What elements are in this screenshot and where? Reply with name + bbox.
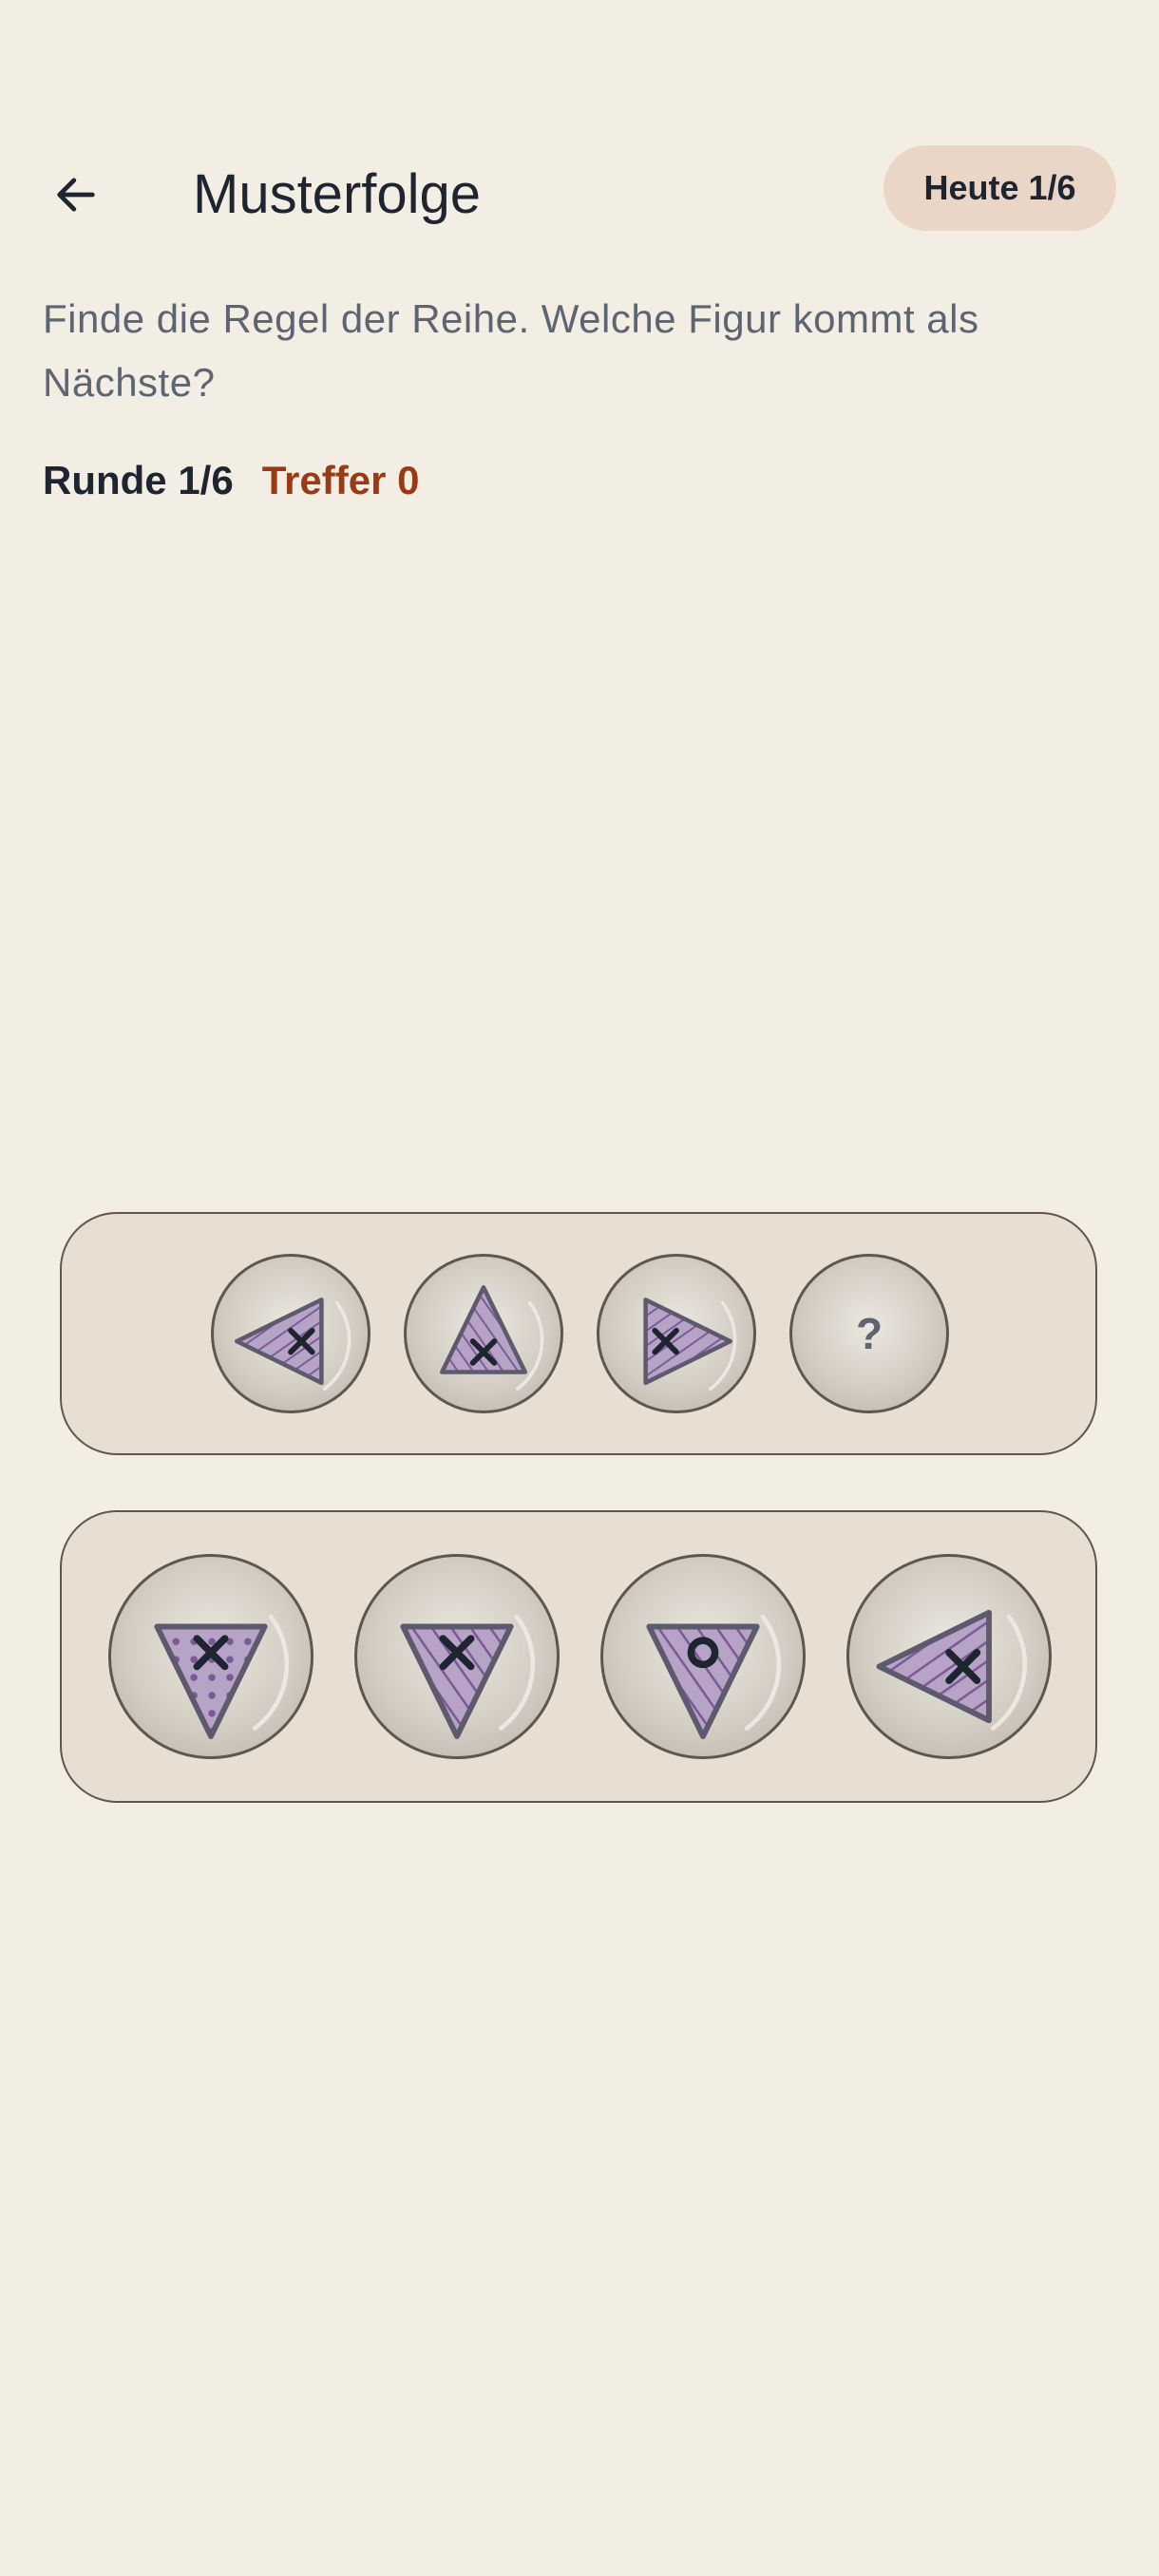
question-mark: ? xyxy=(855,1309,884,1358)
triangle-shape-icon xyxy=(849,1557,1049,1756)
answer-option[interactable] xyxy=(846,1554,1052,1759)
triangle-shape-icon xyxy=(603,1557,803,1756)
sequence-item xyxy=(404,1254,563,1413)
round-counter: Runde 1/6 xyxy=(43,458,234,502)
triangle-shape-icon xyxy=(214,1257,368,1411)
page-title: Musterfolge xyxy=(193,163,482,225)
top-app-bar: Musterfolge Heute 1/6 xyxy=(0,142,1159,247)
daily-progress-badge: Heute 1/6 xyxy=(884,145,1116,231)
sequence-panel: ? xyxy=(60,1212,1097,1455)
answer-option[interactable] xyxy=(600,1554,806,1759)
answer-option[interactable] xyxy=(354,1554,560,1759)
instruction-text: Finde die Regel der Reihe. Welche Figur … xyxy=(43,296,979,405)
triangle-shape-icon xyxy=(111,1557,311,1756)
back-button[interactable] xyxy=(38,161,114,228)
sequence-item xyxy=(597,1254,756,1413)
stats-row: Runde 1/6 Treffer 0 xyxy=(43,454,419,507)
answer-options-panel xyxy=(60,1510,1097,1803)
triangle-shape-icon xyxy=(357,1557,557,1756)
sequence-placeholder: ? xyxy=(789,1254,949,1413)
triangle-shape-icon xyxy=(407,1257,560,1411)
hits-counter: Treffer 0 xyxy=(261,458,420,502)
answer-option[interactable] xyxy=(108,1554,314,1759)
arrow-left-icon xyxy=(51,170,101,219)
triangle-shape-icon xyxy=(599,1257,753,1411)
sequence-item xyxy=(211,1254,370,1413)
